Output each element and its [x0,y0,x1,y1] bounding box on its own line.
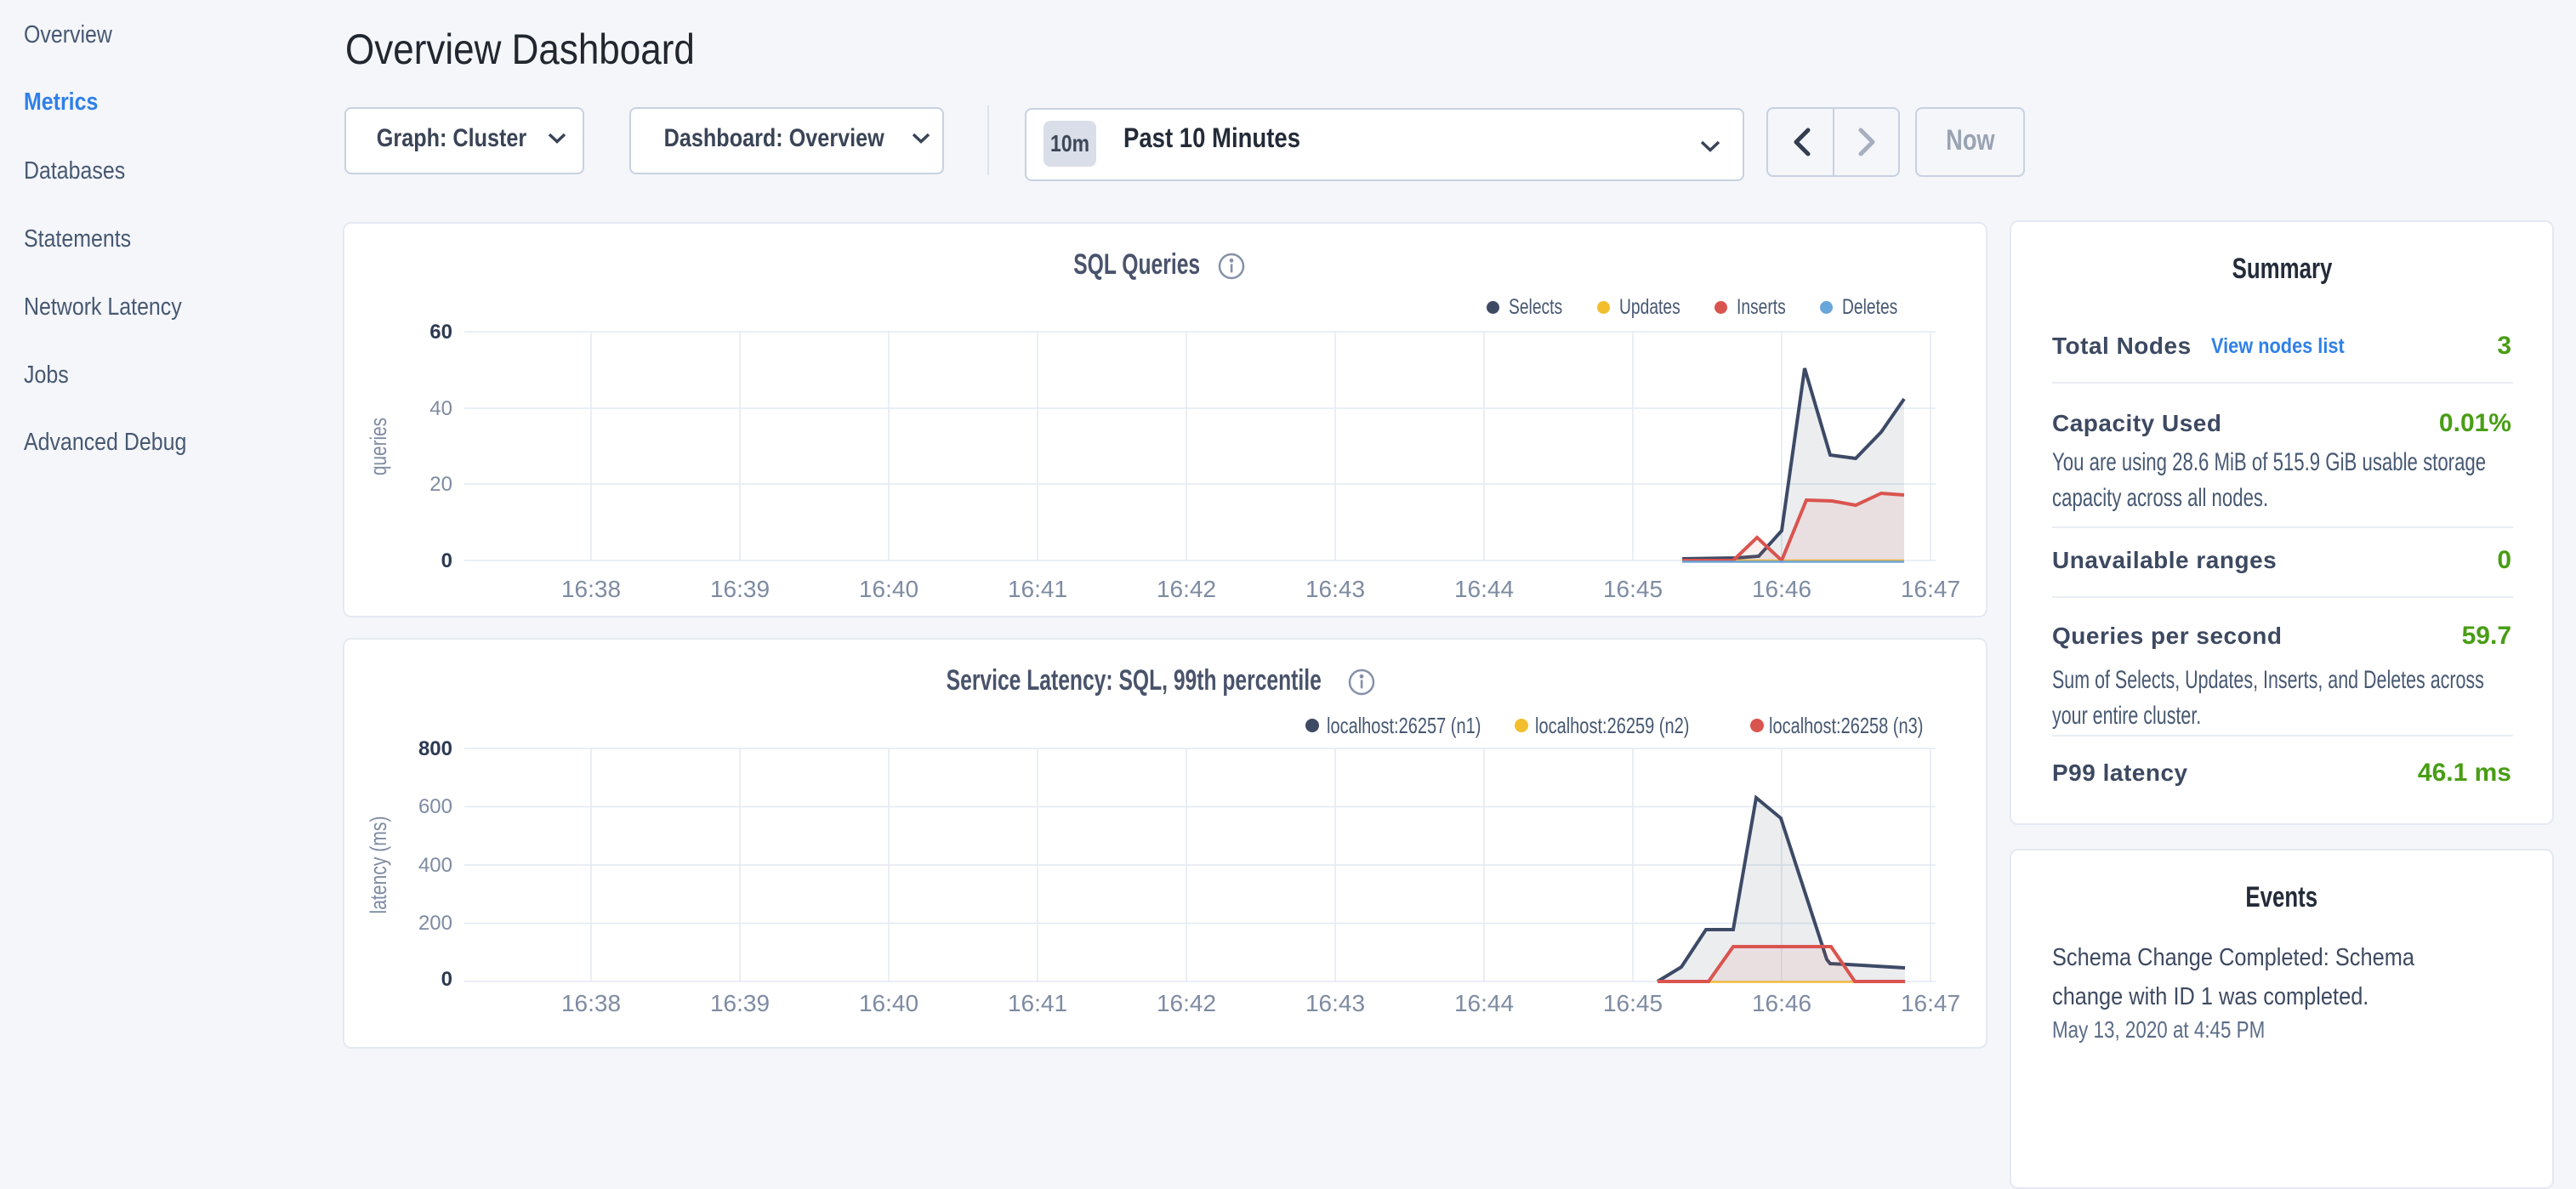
svg-text:16:46: 16:46 [1752,576,1811,602]
svg-text:20: 20 [429,473,452,496]
svg-text:16:43: 16:43 [1305,990,1365,1016]
svg-text:16:47: 16:47 [1901,990,1960,1016]
svg-text:16:40: 16:40 [859,990,918,1016]
svg-text:latency (ms): latency (ms) [366,816,391,914]
svg-text:16:39: 16:39 [710,990,770,1016]
svg-text:60: 60 [429,321,452,344]
svg-text:16:39: 16:39 [710,576,770,602]
svg-text:400: 400 [418,854,452,877]
svg-text:600: 600 [418,795,452,818]
svg-text:16:46: 16:46 [1752,990,1811,1016]
svg-text:16:42: 16:42 [1157,990,1216,1016]
svg-text:40: 40 [429,397,452,420]
svg-text:16:45: 16:45 [1603,990,1663,1016]
svg-text:16:43: 16:43 [1305,576,1365,602]
svg-text:16:38: 16:38 [561,576,621,602]
svg-text:200: 200 [418,912,452,935]
svg-text:16:42: 16:42 [1157,576,1216,602]
svg-text:800: 800 [418,737,452,760]
svg-text:0: 0 [441,549,452,572]
svg-text:16:41: 16:41 [1008,576,1067,602]
svg-text:16:44: 16:44 [1454,990,1514,1016]
svg-text:0: 0 [441,968,452,991]
svg-text:16:41: 16:41 [1008,990,1067,1016]
svg-text:16:45: 16:45 [1603,576,1663,602]
svg-text:16:47: 16:47 [1901,576,1960,602]
svg-text:16:44: 16:44 [1454,576,1514,602]
svg-text:16:40: 16:40 [859,576,918,602]
svg-text:queries: queries [366,418,391,475]
svg-text:16:38: 16:38 [561,990,621,1016]
